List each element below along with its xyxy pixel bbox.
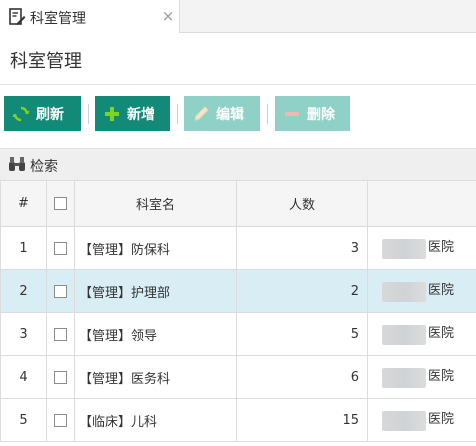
blurred-text (382, 325, 426, 345)
minus-icon (285, 111, 299, 116)
edit-button[interactable]: 编辑 (184, 96, 260, 131)
row-index: 5 (0, 398, 47, 442)
organization-name: 医院 (428, 283, 455, 298)
blurred-text (382, 239, 426, 259)
row-index: 4 (0, 355, 47, 399)
header-org[interactable] (367, 180, 476, 227)
organization-cell: 医院 (367, 355, 476, 399)
organization-name: 医院 (428, 369, 455, 384)
row-checkbox[interactable] (54, 284, 67, 298)
department-name: 【临床】儿科 (74, 398, 237, 442)
table-row[interactable]: 4 【管理】医务科 6 医院 (0, 355, 476, 399)
row-select[interactable] (46, 355, 75, 399)
staff-count: 15 (236, 398, 368, 442)
refresh-button[interactable]: 刷新 (4, 96, 81, 131)
organization-cell: 医院 (367, 398, 476, 442)
row-index: 1 (0, 226, 47, 270)
table-row[interactable]: 5 【临床】儿科 15 医院 (0, 398, 476, 442)
staff-count: 5 (236, 312, 368, 356)
row-select[interactable] (46, 226, 75, 270)
row-checkbox[interactable] (54, 241, 67, 255)
tab-bar: 科室管理 × (0, 0, 476, 33)
row-select[interactable] (46, 269, 75, 313)
row-select[interactable] (46, 312, 75, 356)
table-row[interactable]: 1 【管理】防保科 3 医院 (0, 226, 476, 270)
header-count[interactable]: 人数 (236, 180, 368, 227)
toolbar: 刷新 新增 编辑 删除 (0, 96, 476, 132)
search-bar[interactable]: 检索 (0, 148, 476, 180)
tab-department-management[interactable]: 科室管理 × (0, 0, 180, 33)
tab-label: 科室管理 (30, 11, 86, 27)
organization-cell: 医院 (367, 312, 476, 356)
department-name: 【管理】护理部 (74, 269, 237, 313)
organization-name: 医院 (428, 326, 455, 341)
toolbar-divider (177, 104, 178, 124)
organization-name: 医院 (428, 240, 455, 255)
organization-name: 医院 (428, 412, 455, 427)
add-label: 新增 (127, 105, 155, 122)
plus-icon (105, 106, 119, 121)
refresh-label: 刷新 (36, 105, 64, 122)
divider (0, 84, 476, 85)
refresh-icon (12, 106, 30, 121)
staff-count: 3 (236, 226, 368, 270)
edit-label: 编辑 (216, 105, 244, 122)
row-checkbox[interactable] (54, 327, 67, 341)
close-icon[interactable]: × (160, 6, 176, 26)
department-table: # 科室名 人数 1 【管理】防保科 3 医院 2 【管理】护理部 2 医院 3… (0, 180, 476, 442)
row-index: 2 (0, 269, 47, 313)
blurred-text (382, 411, 426, 431)
blurred-text (382, 282, 426, 302)
organization-cell: 医院 (367, 226, 476, 270)
header-select-all[interactable] (46, 180, 75, 227)
header-name[interactable]: 科室名 (74, 180, 237, 227)
header-index: # (0, 180, 47, 227)
delete-label: 删除 (307, 105, 335, 122)
page-title: 科室管理 (10, 51, 82, 72)
row-checkbox[interactable] (54, 413, 67, 427)
toolbar-divider (88, 104, 89, 124)
department-name: 【管理】医务科 (74, 355, 237, 399)
table-header-row: # 科室名 人数 (0, 180, 476, 227)
delete-button[interactable]: 删除 (275, 96, 350, 131)
table-row[interactable]: 2 【管理】护理部 2 医院 (0, 269, 476, 313)
edit-document-icon (9, 8, 26, 25)
department-name: 【管理】领导 (74, 312, 237, 356)
organization-cell: 医院 (367, 269, 476, 313)
department-name: 【管理】防保科 (74, 226, 237, 270)
blurred-text (382, 368, 426, 388)
table-row[interactable]: 3 【管理】领导 5 医院 (0, 312, 476, 356)
toolbar-divider (267, 104, 268, 124)
pencil-icon (194, 105, 209, 121)
staff-count: 6 (236, 355, 368, 399)
row-index: 3 (0, 312, 47, 356)
binoculars-icon (9, 157, 25, 171)
select-all-checkbox[interactable] (54, 197, 67, 210)
add-button[interactable]: 新增 (95, 96, 170, 131)
staff-count: 2 (236, 269, 368, 313)
search-label: 检索 (30, 159, 58, 175)
row-checkbox[interactable] (54, 370, 67, 384)
row-select[interactable] (46, 398, 75, 442)
